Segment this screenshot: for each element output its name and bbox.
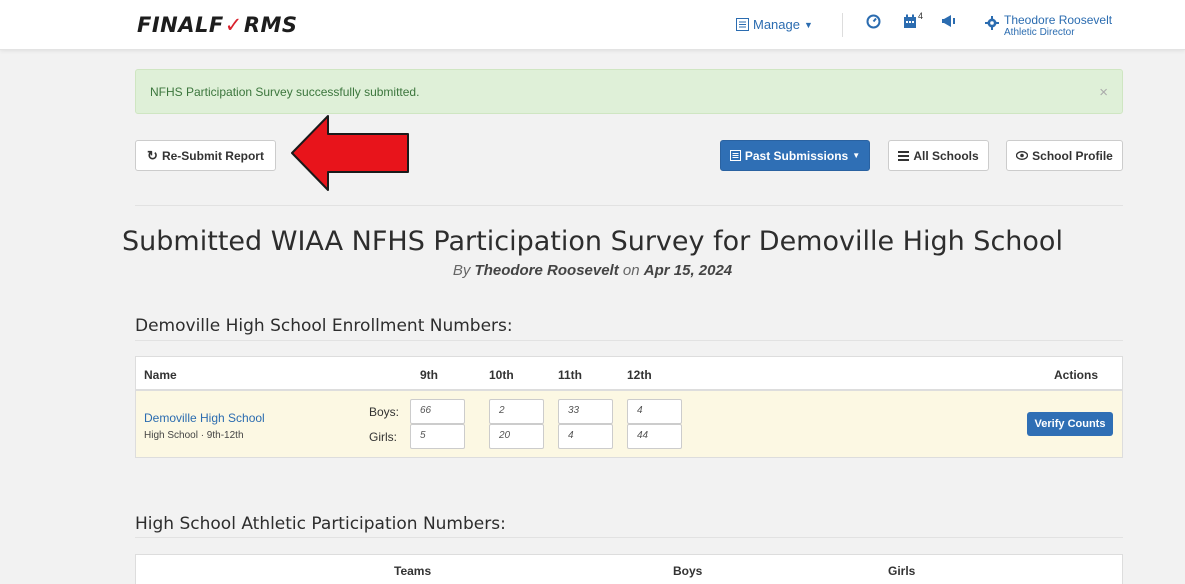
resubmit-label: Re-Submit Report: [161, 148, 264, 163]
past-submissions-label: Past Submissions: [744, 148, 849, 163]
verify-counts-button[interactable]: Verify Counts: [1027, 412, 1113, 436]
logo-text-right: RMS: [243, 13, 298, 37]
enrollment-section-title: Demoville High School Enrollment Numbers…: [135, 316, 513, 336]
column-header-11th: 11th: [558, 368, 583, 382]
school-grade-range: High School · 9th-12th: [144, 430, 244, 441]
calendar-icon[interactable]: [903, 14, 917, 33]
school-profile-label: School Profile: [1032, 148, 1113, 163]
participation-section-title: High School Athletic Participation Numbe…: [135, 514, 506, 534]
all-schools-label: All Schools: [913, 148, 979, 163]
list-icon: [729, 150, 741, 161]
section-divider: [135, 205, 1123, 206]
girls-10th-count[interactable]: 20: [489, 424, 544, 449]
list-icon: [736, 18, 749, 31]
girls-9th-count[interactable]: 5: [410, 424, 465, 449]
dashboard-gauge-icon[interactable]: [866, 14, 881, 33]
column-header-9th: 9th: [420, 368, 438, 382]
byline-on: on: [618, 262, 644, 279]
top-navbar: FINALF ✓ RMS Manage ▼ 4 Theodore Roosevelt: [0, 0, 1185, 50]
girls-label: Girls:: [369, 430, 397, 444]
user-name: Theodore Roosevelt: [1004, 13, 1113, 27]
byline-prefix: By: [452, 262, 475, 279]
column-header-boys: Boys: [673, 564, 703, 578]
success-alert: NFHS Participation Survey successfully s…: [135, 69, 1123, 114]
boys-12th-count[interactable]: 4: [627, 399, 682, 424]
enrollment-table: Name 9th 10th 11th 12th Actions Demovill…: [135, 356, 1123, 458]
girls-11th-count[interactable]: 4: [558, 424, 613, 449]
user-menu[interactable]: Theodore Roosevelt Athletic Director: [985, 14, 1112, 39]
logo-check-mark: ✓: [224, 13, 243, 37]
refresh-icon: ↻: [147, 147, 158, 163]
school-name-link[interactable]: Demoville High School: [144, 411, 265, 425]
girls-12th-count[interactable]: 44: [627, 424, 682, 449]
resubmit-report-button[interactable]: ↻ Re-Submit Report: [135, 140, 276, 171]
submission-byline: By Theodore Roosevelt on Apr 15, 2024: [0, 262, 1185, 279]
megaphone-icon[interactable]: [942, 14, 958, 32]
section-divider: [135, 537, 1123, 538]
caret-down-icon: ▼: [852, 151, 861, 160]
boys-10th-count[interactable]: 2: [489, 399, 544, 424]
page-title: Submitted WIAA NFHS Participation Survey…: [122, 226, 1063, 257]
school-profile-button[interactable]: School Profile: [1006, 140, 1123, 171]
nav-divider: [842, 13, 843, 37]
list-lines-icon: [898, 150, 910, 161]
gear-icon: [985, 16, 999, 30]
caret-down-icon: ▼: [803, 19, 813, 30]
section-divider: [135, 340, 1123, 341]
past-submissions-dropdown[interactable]: Past Submissions ▼: [720, 140, 870, 171]
column-header-teams: Teams: [394, 564, 432, 578]
finalforms-logo[interactable]: FINALF ✓ RMS: [137, 13, 298, 37]
table-row: Demoville High School High School · 9th-…: [136, 389, 1122, 457]
column-header-actions: Actions: [1054, 368, 1099, 382]
boys-9th-count[interactable]: 66: [410, 399, 465, 424]
close-icon[interactable]: ×: [1099, 84, 1108, 101]
eye-icon: [1016, 151, 1029, 160]
byline-author: Theodore Roosevelt: [474, 262, 619, 279]
user-role: Athletic Director: [1004, 27, 1075, 38]
byline-date: Apr 15, 2024: [643, 262, 733, 279]
column-header-12th: 12th: [627, 368, 652, 382]
alert-message: NFHS Participation Survey successfully s…: [150, 85, 420, 99]
calendar-count-badge: 4: [918, 11, 924, 21]
red-arrow-annotation: [291, 115, 409, 191]
logo-text-left: FINALF: [137, 13, 224, 37]
manage-menu[interactable]: Manage ▼: [736, 17, 813, 32]
column-header-10th: 10th: [489, 368, 514, 382]
column-header-name: Name: [144, 368, 177, 382]
boys-11th-count[interactable]: 33: [558, 399, 613, 424]
manage-label: Manage: [753, 17, 800, 32]
all-schools-button[interactable]: All Schools: [888, 140, 989, 171]
column-header-girls: Girls: [888, 564, 916, 578]
participation-table: Teams Boys Girls: [135, 554, 1123, 584]
boys-label: Boys:: [369, 405, 400, 419]
